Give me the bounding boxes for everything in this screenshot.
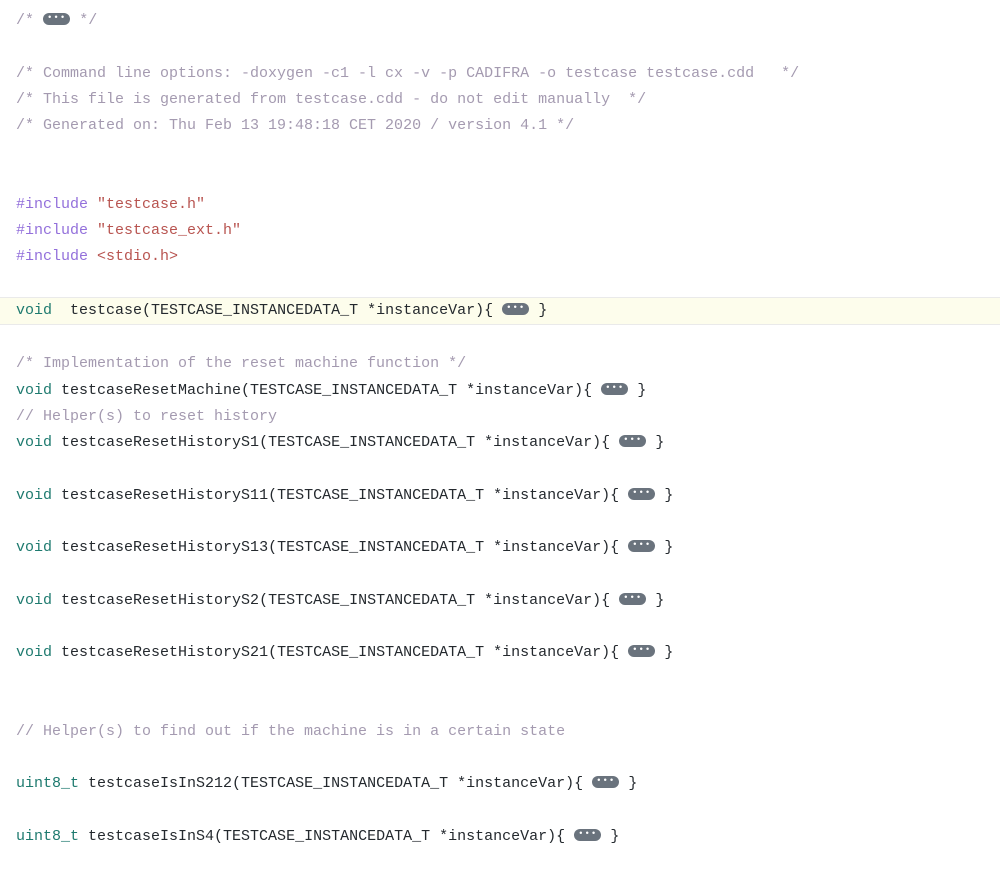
function-signature: testcaseResetHistoryS1(TESTCASE_INSTANCE… [61,434,619,451]
code-line-function: void testcaseResetHistoryS1(TESTCASE_INS… [16,430,984,456]
fold-icon[interactable] [43,13,70,25]
space [52,302,70,319]
blank-line [16,509,984,535]
code-comment-line: // Helper(s) to find out if the machine … [16,719,984,745]
code-comment-line: /* This file is generated from testcase.… [16,87,984,113]
blank-line [16,745,984,771]
function-signature: testcaseResetHistoryS13(TESTCASE_INSTANC… [61,539,628,556]
fold-icon[interactable] [619,593,646,605]
function-signature: testcaseResetHistoryS2(TESTCASE_INSTANCE… [61,592,619,609]
brace-close: } [529,302,547,319]
include-path: "testcase.h" [97,196,205,213]
brace-close: } [601,828,619,845]
blank-line [16,614,984,640]
fold-icon[interactable] [502,303,529,315]
blank-line [16,666,984,692]
code-line-include: #include "testcase_ext.h" [16,218,984,244]
brace-close: } [655,644,673,661]
type-keyword: void [16,644,52,661]
brace-close: } [655,539,673,556]
space [52,644,61,661]
code-line-include: #include <stdio.h> [16,244,984,270]
code-comment-line: // Helper(s) to reset history [16,404,984,430]
code-line-function: uint8_t testcaseIsInS212(TESTCASE_INSTAN… [16,771,984,797]
code-line: /* */ [16,8,984,34]
fold-icon[interactable] [619,435,646,447]
space [88,248,97,265]
space [79,775,88,792]
brace-close: } [655,487,673,504]
code-comment-line: /* Command line options: -doxygen -c1 -l… [16,61,984,87]
comment-open: /* [16,12,43,29]
blank-line [16,325,984,351]
blank-line [16,34,984,60]
code-line-function: void testcaseResetHistoryS13(TESTCASE_IN… [16,535,984,561]
fold-icon[interactable] [628,540,655,552]
space [79,828,88,845]
function-signature: testcaseResetHistoryS21(TESTCASE_INSTANC… [61,644,628,661]
space [52,487,61,504]
space [52,434,61,451]
brace-close: } [646,434,664,451]
brace-close: } [619,775,637,792]
code-comment-line: /* Generated on: Thu Feb 13 19:48:18 CET… [16,113,984,139]
code-comment-line: /* Implementation of the reset machine f… [16,351,984,377]
type-keyword: void [16,302,52,319]
type-keyword: void [16,539,52,556]
blank-line [16,166,984,192]
include-keyword: #include [16,248,88,265]
function-signature: testcase(TESTCASE_INSTANCEDATA_T *instan… [70,302,502,319]
include-path: "testcase_ext.h" [97,222,241,239]
function-signature: testcaseResetHistoryS11(TESTCASE_INSTANC… [61,487,628,504]
type-keyword: uint8_t [16,828,79,845]
code-line-function: void testcaseResetHistoryS21(TESTCASE_IN… [16,640,984,666]
type-keyword: void [16,487,52,504]
include-path: <stdio.h> [97,248,178,265]
blank-line [16,693,984,719]
type-keyword: void [16,592,52,609]
space [88,196,97,213]
fold-icon[interactable] [601,383,628,395]
space [52,592,61,609]
brace-close: } [628,382,646,399]
space [52,382,61,399]
space [88,222,97,239]
type-keyword: void [16,382,52,399]
blank-line [16,271,984,297]
fold-icon[interactable] [574,829,601,841]
blank-line [16,561,984,587]
code-line-include: #include "testcase.h" [16,192,984,218]
function-signature: testcaseResetMachine(TESTCASE_INSTANCEDA… [61,382,601,399]
code-line-highlighted: void testcase(TESTCASE_INSTANCEDATA_T *i… [0,297,1000,325]
blank-line [16,456,984,482]
function-signature: testcaseIsInS4(TESTCASE_INSTANCEDATA_T *… [88,828,574,845]
comment-close: */ [70,12,97,29]
fold-icon[interactable] [592,776,619,788]
fold-icon[interactable] [628,645,655,657]
type-keyword: uint8_t [16,775,79,792]
blank-line [16,798,984,824]
space [52,539,61,556]
code-line-function: uint8_t testcaseIsInS4(TESTCASE_INSTANCE… [16,824,984,850]
code-line-function: void testcaseResetHistoryS11(TESTCASE_IN… [16,483,984,509]
fold-icon[interactable] [628,488,655,500]
blank-line [16,139,984,165]
type-keyword: void [16,434,52,451]
function-signature: testcaseIsInS212(TESTCASE_INSTANCEDATA_T… [88,775,592,792]
brace-close: } [646,592,664,609]
code-line-function: void testcaseResetMachine(TESTCASE_INSTA… [16,378,984,404]
include-keyword: #include [16,196,88,213]
include-keyword: #include [16,222,88,239]
code-line-function: void testcaseResetHistoryS2(TESTCASE_INS… [16,588,984,614]
